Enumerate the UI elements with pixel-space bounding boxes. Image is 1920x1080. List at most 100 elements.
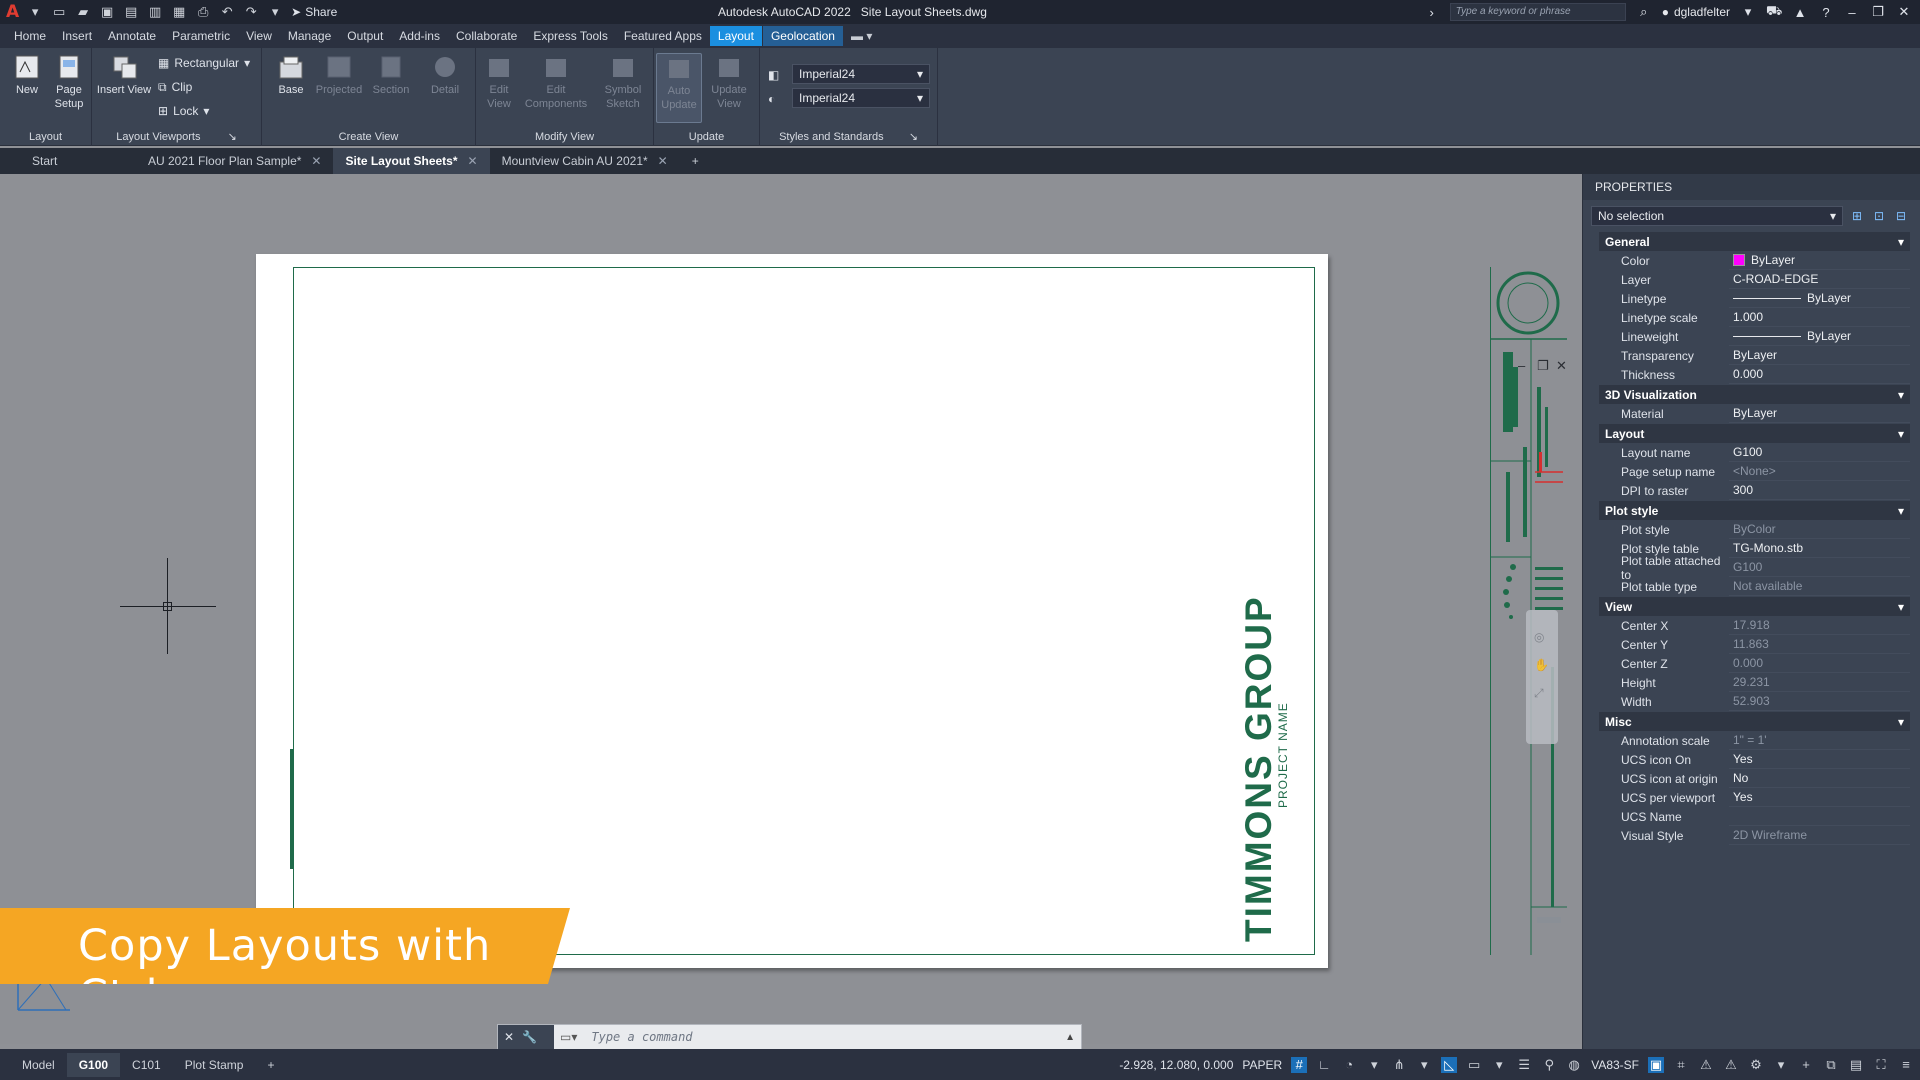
new-file-icon[interactable]: ▭ <box>51 4 67 20</box>
property-value[interactable]: ByLayer <box>1729 404 1910 423</box>
doc-tab-site-layout[interactable]: Site Layout Sheets* ✕ <box>333 148 490 174</box>
property-row[interactable]: Width 52.903 <box>1599 692 1910 711</box>
new-layout-button[interactable]: New <box>4 53 50 97</box>
share-button[interactable]: ➤ Share <box>291 5 337 19</box>
property-row[interactable]: DPI to raster 300 <box>1599 481 1910 500</box>
edit-view-button[interactable]: Edit View <box>476 53 522 111</box>
tab-layout[interactable]: Layout <box>709 26 762 46</box>
property-category[interactable]: General ▾ <box>1599 232 1910 251</box>
isodraft-icon[interactable]: ⋔ <box>1391 1057 1407 1073</box>
select-objects-icon[interactable]: ⊡ <box>1871 208 1887 224</box>
property-row[interactable]: Layout name G100 <box>1599 443 1910 462</box>
minimize-icon[interactable]: – <box>1844 5 1860 20</box>
property-row[interactable]: UCS Name <box>1599 807 1910 826</box>
tab-featured-apps[interactable]: Featured Apps <box>616 26 710 46</box>
property-category[interactable]: 3D Visualization ▾ <box>1599 385 1910 404</box>
property-value[interactable]: C-ROAD-EDGE <box>1729 270 1910 289</box>
property-row[interactable]: Center Y 11.863 <box>1599 635 1910 654</box>
auto-update-button[interactable]: Auto Update <box>656 53 702 123</box>
object-snap-icon[interactable]: ◺ <box>1441 1056 1458 1073</box>
section-style-select[interactable]: Imperial24 ▾ <box>792 88 930 108</box>
customize-icon[interactable]: 🔧 <box>522 1030 537 1044</box>
save-as-icon[interactable]: ▤ <box>123 4 139 20</box>
rectangular-viewport-button[interactable]: ▦ Rectangular ▾ <box>158 54 250 72</box>
print-icon[interactable]: ⎙ <box>195 4 211 20</box>
property-value[interactable]: TG-Mono.stb <box>1729 539 1910 558</box>
location-pin-icon[interactable]: ⚲ <box>1541 1057 1557 1073</box>
annotation-visibility-icon[interactable]: ⚠ <box>1698 1057 1714 1073</box>
help-search-input[interactable]: Type a keyword or phrase <box>1449 3 1626 21</box>
property-value[interactable]: 1.000 <box>1729 308 1910 327</box>
property-value[interactable]: No <box>1729 769 1910 788</box>
autocad-logo-icon[interactable]: A <box>6 2 19 22</box>
hardware-acceleration-icon[interactable]: ▤ <box>1848 1057 1864 1073</box>
coordinates-readout[interactable]: -2.928, 12.080, 0.000 <box>1119 1058 1233 1072</box>
autodesk-account-icon[interactable]: ▲ <box>1792 5 1808 20</box>
symbol-sketch-button[interactable]: Symbol Sketch <box>600 53 646 111</box>
property-value[interactable]: G100 <box>1729 558 1910 577</box>
property-value[interactable]: 2D Wireframe <box>1729 826 1910 845</box>
tab-addins[interactable]: Add-ins <box>391 26 448 46</box>
view-style-select[interactable]: Imperial24 ▾ <box>792 64 930 84</box>
steering-wheel-icon[interactable]: ◎ <box>1534 630 1544 644</box>
property-row[interactable]: UCS icon at origin No <box>1599 769 1910 788</box>
quick-view-icon[interactable]: ▣ <box>1648 1056 1664 1073</box>
property-value[interactable]: 17.918 <box>1729 616 1910 635</box>
help-icon[interactable]: ? <box>1818 5 1834 20</box>
property-value[interactable]: Not available <box>1729 577 1910 596</box>
snap-icon[interactable]: ∟ <box>1316 1057 1332 1073</box>
property-row[interactable]: Plot style ByColor <box>1599 520 1910 539</box>
plot-icon[interactable]: ▦ <box>171 4 187 20</box>
customize-menu-icon[interactable]: ≡ <box>1898 1057 1914 1073</box>
isolate-objects-icon[interactable]: ⧉ <box>1823 1057 1839 1073</box>
dialog-launcher-icon[interactable]: ↘ <box>228 131 237 143</box>
doc-tab-mountview[interactable]: Mountview Cabin AU 2021* ✕ <box>490 148 680 174</box>
dialog-launcher-icon[interactable]: ↘ <box>909 131 918 143</box>
osnap-tracking-icon[interactable]: ▭ <box>1466 1057 1482 1073</box>
search-icon[interactable]: ⌕ <box>1636 4 1652 20</box>
zoom-extents-icon[interactable]: ⤢ <box>1534 686 1544 701</box>
tab-insert[interactable]: Insert <box>54 26 100 46</box>
property-value[interactable]: ByLayer <box>1729 346 1910 365</box>
tab-home[interactable]: Home <box>6 26 54 46</box>
property-value[interactable]: 52.903 <box>1729 692 1910 711</box>
property-row[interactable]: Plot table type Not available <box>1599 577 1910 596</box>
property-value[interactable]: 300 <box>1729 481 1910 500</box>
lock-button[interactable]: ⊞ Lock ▾ <box>158 102 209 120</box>
edit-components-button[interactable]: Edit Components <box>518 53 594 111</box>
property-value[interactable]: 1" = 1' <box>1729 731 1910 750</box>
property-row[interactable]: Page setup name <None> <box>1599 462 1910 481</box>
space-toggle[interactable]: PAPER <box>1242 1058 1282 1072</box>
property-row[interactable]: Lineweight ByLayer <box>1599 327 1910 346</box>
property-value[interactable] <box>1729 807 1910 826</box>
property-row[interactable]: Thickness 0.000 <box>1599 365 1910 384</box>
update-view-button[interactable]: Update View <box>706 53 752 111</box>
close-tab-icon[interactable]: ✕ <box>311 154 321 168</box>
globe-icon[interactable]: ◍ <box>1566 1057 1582 1073</box>
redo-icon[interactable]: ↷ <box>243 4 259 20</box>
property-category[interactable]: Plot style ▾ <box>1599 501 1910 520</box>
tab-parametric[interactable]: Parametric <box>164 26 238 46</box>
customize-qat-icon[interactable]: ▾ <box>267 4 283 20</box>
close-tab-icon[interactable]: ✕ <box>468 154 478 168</box>
chevron-down-icon[interactable]: ▾ <box>1416 1057 1432 1073</box>
lineweight-icon[interactable]: ☰ <box>1516 1057 1532 1073</box>
new-tab-button[interactable]: + <box>680 148 711 174</box>
command-history-icon[interactable]: ▲ <box>1065 1032 1081 1043</box>
open-folder-icon[interactable]: ▰ <box>75 4 91 20</box>
tab-output[interactable]: Output <box>339 26 391 46</box>
property-value[interactable]: 29.231 <box>1729 673 1910 692</box>
web-save-icon[interactable]: ▥ <box>147 4 163 20</box>
property-value[interactable]: G100 <box>1729 443 1910 462</box>
property-value[interactable]: ByLayer <box>1729 251 1910 270</box>
layout-tab-g100[interactable]: G100 <box>66 1052 121 1077</box>
property-row[interactable]: Center Z 0.000 <box>1599 654 1910 673</box>
detail-view-button[interactable]: Detail <box>422 53 468 97</box>
property-value[interactable]: Yes <box>1729 788 1910 807</box>
chevron-down-icon[interactable]: ▾ <box>27 4 43 20</box>
command-input[interactable]: Type a command <box>583 1030 1065 1044</box>
tab-express-tools[interactable]: Express Tools <box>525 26 615 46</box>
save-icon[interactable]: ▣ <box>99 4 115 20</box>
projected-view-button[interactable]: Projected <box>312 53 366 97</box>
tab-geolocation[interactable]: Geolocation <box>762 26 843 46</box>
